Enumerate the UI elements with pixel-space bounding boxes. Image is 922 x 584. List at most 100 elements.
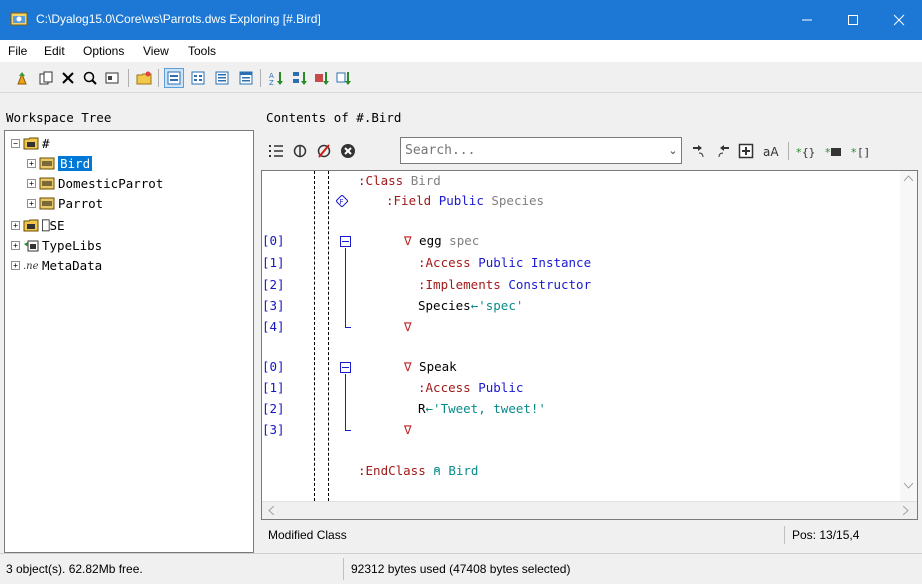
svg-text:Z: Z [269,79,274,86]
expand-icon[interactable]: + [27,198,36,208]
window-title: C:\Dyalog15.0\Core\ws\Parrots.dws Explor… [36,12,321,26]
code-line-speak-access[interactable]: :Access Public [418,378,523,398]
code-line-speak-end[interactable]: ∇ [404,420,412,440]
code-line-field[interactable]: :Field Public Species [386,191,544,211]
go-up-icon[interactable] [12,68,32,88]
tree-item-typelibs[interactable]: + TypeLibs [11,235,102,255]
menu-file[interactable]: File [8,44,27,58]
tree-item-parrot[interactable]: + Parrot [27,193,103,213]
fold-range-line [345,374,346,430]
search-input[interactable] [401,139,665,162]
code-editor[interactable]: [0] [1] [2] [3] [4] [0] [1] [2] [3] F :C… [261,170,918,520]
toolbar-separator [158,69,159,87]
svg-text:{}: {} [802,146,815,159]
code-line-implements[interactable]: :Implements Constructor [418,275,591,295]
tree-item-bird[interactable]: + Bird [27,153,94,173]
expand-icon[interactable]: + [27,178,36,188]
objects-status: 3 object(s). 62.82Mb free. [6,562,143,576]
tree-item-se[interactable]: + ⎕SE [11,215,65,235]
fold-minus-mark [342,367,349,368]
horizontal-scrollbar[interactable] [262,501,917,519]
status-bar: 3 object(s). 62.82Mb free. 92312 bytes u… [0,553,922,584]
small-icons-view-icon[interactable] [188,68,208,88]
find-icon[interactable] [80,68,100,88]
insert-class-icon[interactable]: * [824,140,844,162]
minimize-button[interactable] [784,0,830,40]
workspace-tree[interactable]: − # + Bird + DomesticParrot + Parrot + ⎕… [4,130,254,553]
details-view-icon[interactable] [236,68,256,88]
sort-by-size-icon[interactable] [312,68,332,88]
menu-edit[interactable]: Edit [44,44,65,58]
toggle-line-numbers-icon[interactable] [266,140,286,162]
fold-end-tick [345,327,351,328]
scroll-up-icon[interactable] [904,175,913,181]
tree-item-metadata[interactable]: + .net MetaData [11,255,102,275]
code-line-species-assign[interactable]: Species←'spec' [418,296,523,316]
expand-icon[interactable]: + [27,158,36,168]
expand-icon[interactable]: + [11,220,20,230]
bytes-status: 92312 bytes used (47408 bytes selected) [351,562,571,576]
expand-icon[interactable]: + [11,240,20,250]
properties-icon[interactable] [102,68,122,88]
tree-item-domesticparrot[interactable]: + DomesticParrot [27,173,163,193]
menu-tools[interactable]: Tools [188,44,216,58]
insert-function-icon[interactable]: *{} [796,140,816,162]
menu-options[interactable]: Options [83,44,124,58]
match-case-icon[interactable]: aA [760,140,784,162]
insert-namespace-icon[interactable]: *[] [850,140,870,162]
explorer-window: C:\Dyalog15.0\Core\ws\Parrots.dws Explor… [0,0,922,584]
tree-item-root[interactable]: − # [11,133,50,153]
new-folder-icon[interactable] [134,68,154,88]
cursor-position: Pos: 13/15,4 [792,528,860,542]
line-number: [2] [262,277,285,292]
toolbar-separator [128,69,129,87]
toggle-breakpoint-icon[interactable] [290,140,310,162]
menu-bar: File Edit Options View Tools [0,40,922,62]
large-icons-view-icon[interactable] [164,68,184,88]
code-line-endclass[interactable]: :EndClass ⍝ Bird [358,461,478,481]
svg-text:*: * [825,146,831,159]
code-line-egg-end[interactable]: ∇ [404,317,412,337]
scroll-down-icon[interactable] [904,483,913,489]
typelibs-icon [24,240,39,252]
sort-by-type-icon[interactable] [290,68,310,88]
workspace-tree-title: Workspace Tree [6,110,112,125]
field-marker-icon: F [336,195,348,207]
code-line-speak-header[interactable]: ∇ Speak [404,357,457,377]
expand-icon[interactable]: + [11,260,20,270]
sort-by-name-icon[interactable]: AZ [266,68,286,88]
code-line-class[interactable]: :Class Bird [358,171,441,191]
search-previous-icon[interactable] [713,140,733,162]
toolbar-separator [260,69,261,87]
expand-all-icon[interactable] [736,140,756,162]
search-next-icon[interactable] [689,140,709,162]
sort-by-date-icon[interactable] [334,68,354,88]
net-icon: .net [23,261,39,272]
menu-view[interactable]: View [143,44,169,58]
title-bar[interactable]: C:\Dyalog15.0\Core\ws\Parrots.dws Explor… [0,0,922,40]
line-number: [1] [262,380,285,395]
scroll-left-icon[interactable] [268,506,274,515]
collapse-icon[interactable]: − [11,138,20,148]
line-number: [0] [262,359,285,374]
search-box[interactable]: ⌄ [400,137,682,164]
clear-breakpoints-icon[interactable] [314,140,334,162]
code-line-tweet[interactable]: R←'Tweet, tweet!' [418,399,546,419]
class-icon [39,157,55,170]
cancel-icon[interactable] [338,140,358,162]
vertical-scrollbar[interactable] [900,171,917,501]
gutter-separator [314,171,315,501]
copy-icon[interactable] [36,68,56,88]
code-line-egg-header[interactable]: ∇ egg spec [404,231,479,251]
chevron-down-icon[interactable]: ⌄ [665,144,681,157]
scroll-right-icon[interactable] [903,506,909,515]
main-toolbar: AZ [0,63,922,93]
code-line-access[interactable]: :Access Public Instance [418,253,591,273]
maximize-button[interactable] [830,0,876,40]
delete-icon[interactable] [58,68,78,88]
list-view-icon[interactable] [212,68,232,88]
class-icon [39,177,55,190]
fold-range-line [345,248,346,327]
close-button[interactable] [876,0,922,40]
gutter-separator [328,171,329,501]
